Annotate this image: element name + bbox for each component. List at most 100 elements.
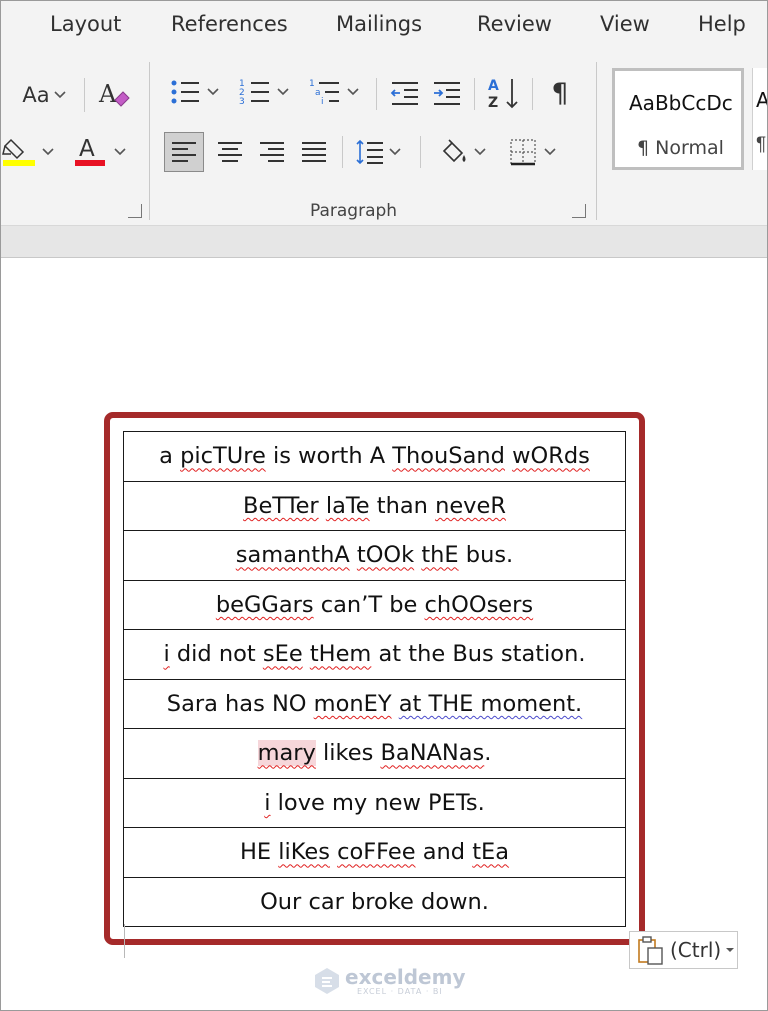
misspelled-word: samanthA <box>235 542 350 569</box>
cell-text: can’T be <box>313 591 425 618</box>
tab-mailings[interactable]: Mailings <box>336 12 422 36</box>
cell-text: than <box>369 492 436 519</box>
misspelled-word: sEe <box>262 641 303 668</box>
table-row: i did not sEe tHem at the Bus station. <box>123 629 626 680</box>
table-cell[interactable]: i love my new PETs. <box>123 777 626 828</box>
svg-text:3: 3 <box>239 97 245 107</box>
cell-text: is worth A <box>265 443 393 470</box>
paste-options-label: (Ctrl) <box>670 938 722 962</box>
borders-icon <box>510 139 536 166</box>
misspelled-word: picTUre <box>180 443 266 470</box>
sort-az-icon: A Z <box>488 78 518 111</box>
cell-text: Sara has NO <box>166 690 314 717</box>
table-cell[interactable]: samanthA tOOk thE bus. <box>123 530 626 581</box>
font-color-icon: A <box>75 136 105 166</box>
chevron-down-icon <box>54 91 66 99</box>
tab-references[interactable]: References <box>171 12 288 36</box>
decrease-indent-button[interactable] <box>388 76 422 110</box>
misspelled-word: wORds <box>512 443 590 470</box>
separator <box>596 62 597 220</box>
separator <box>420 136 421 168</box>
chevron-down-icon[interactable] <box>114 148 126 156</box>
paste-options-button[interactable]: (Ctrl) <box>629 931 738 969</box>
font-color-button[interactable]: A <box>70 134 108 168</box>
table-cell[interactable]: mary likes BaNANas. <box>123 728 626 779</box>
multilevel-list-icon: 1 a i <box>309 79 339 107</box>
cell-text: Our car broke down. <box>260 888 489 915</box>
document-table[interactable]: a picTUre is worth A ThouSand wORds BeTTe… <box>123 431 626 927</box>
separator <box>376 78 377 110</box>
show-formatting-marks-button[interactable]: ¶ <box>542 74 578 112</box>
line-spacing-icon <box>356 139 383 165</box>
clipboard-icon <box>638 936 663 965</box>
chevron-down-icon <box>207 88 219 96</box>
misspelled-word: monEY <box>313 690 392 717</box>
change-case-button[interactable]: Aa <box>16 80 72 110</box>
clear-formatting-icon: A <box>98 80 130 108</box>
chevron-down-icon <box>347 88 359 96</box>
align-left-button[interactable] <box>164 132 204 172</box>
svg-text:Z: Z <box>488 95 498 111</box>
justify-icon <box>302 142 326 162</box>
misspelled-word: beGGars <box>215 591 314 618</box>
table-cell[interactable]: a picTUre is worth A ThouSand wORds <box>123 431 626 482</box>
increase-indent-button[interactable] <box>430 76 464 110</box>
bullets-icon <box>171 80 199 104</box>
table-row: Sara has NO monEY at THE moment. <box>123 678 626 729</box>
cell-text: a <box>159 443 181 470</box>
tab-view[interactable]: View <box>600 12 650 36</box>
tab-review[interactable]: Review <box>477 12 552 36</box>
table-cell[interactable]: i did not sEe tHem at the Bus station. <box>123 629 626 680</box>
align-center-button[interactable] <box>210 132 250 172</box>
highlight-color-button[interactable] <box>0 134 40 168</box>
exceldemy-logo-icon <box>315 968 339 994</box>
chevron-down-icon <box>389 148 401 156</box>
change-case-label: Aa <box>22 83 50 107</box>
misspelled-word: laTe <box>325 492 370 519</box>
pilcrow-icon: ¶ <box>551 77 569 109</box>
cell-text <box>392 691 399 717</box>
align-left-icon <box>172 142 196 162</box>
sort-button[interactable]: A Z <box>484 74 524 112</box>
borders-button[interactable] <box>502 132 562 172</box>
table-cell[interactable]: BeTTer laTe than neveR <box>123 480 626 531</box>
misspelled-word: tEa <box>472 839 510 866</box>
align-right-button[interactable] <box>252 132 292 172</box>
cell-text <box>350 542 357 568</box>
cell-text: love my new PETs. <box>270 789 485 816</box>
paragraph-dialog-launcher-icon[interactable] <box>572 204 586 218</box>
svg-text:a: a <box>315 88 321 98</box>
font-dialog-launcher-icon[interactable] <box>128 204 142 218</box>
cell-text <box>303 641 310 667</box>
misspelled-word: chOOsers <box>424 591 534 618</box>
justify-button[interactable] <box>294 132 334 172</box>
tab-layout[interactable]: Layout <box>50 12 121 36</box>
cell-text: did not <box>169 641 263 668</box>
separator <box>342 136 343 168</box>
svg-text:A: A <box>79 136 95 162</box>
bullets-button[interactable] <box>166 74 222 110</box>
shading-button[interactable] <box>432 132 492 172</box>
cell-text: HE <box>239 839 279 866</box>
table-cell[interactable]: Sara has NO monEY at THE moment. <box>123 678 626 729</box>
numbering-icon: 1 2 3 <box>239 79 269 107</box>
table-row: Our car broke down. <box>123 876 626 927</box>
numbering-button[interactable]: 1 2 3 <box>236 74 292 110</box>
style-sample-text: AaBbCcDc <box>629 91 733 115</box>
table-cell[interactable]: Our car broke down. <box>123 876 626 927</box>
style-next-sample: A <box>756 88 768 112</box>
chevron-down-icon[interactable] <box>42 148 54 156</box>
svg-text:A: A <box>488 78 499 94</box>
ruler-band <box>0 226 768 258</box>
chevron-down-icon <box>726 948 735 952</box>
cell-text: bus. <box>458 542 514 569</box>
style-normal[interactable]: AaBbCcDc ¶ Normal <box>612 68 744 170</box>
watermark-name: exceldemy <box>345 965 466 989</box>
table-cell[interactable]: beGGars can’T be chOOsers <box>123 579 626 630</box>
style-next[interactable]: A ¶ <box>752 68 768 170</box>
table-cell[interactable]: HE liKes coFFee and tEa <box>123 827 626 878</box>
line-spacing-button[interactable] <box>350 132 406 172</box>
tab-help[interactable]: Help <box>698 12 746 36</box>
multilevel-list-button[interactable]: 1 a i <box>306 74 362 110</box>
clear-formatting-button[interactable]: A <box>96 76 134 114</box>
